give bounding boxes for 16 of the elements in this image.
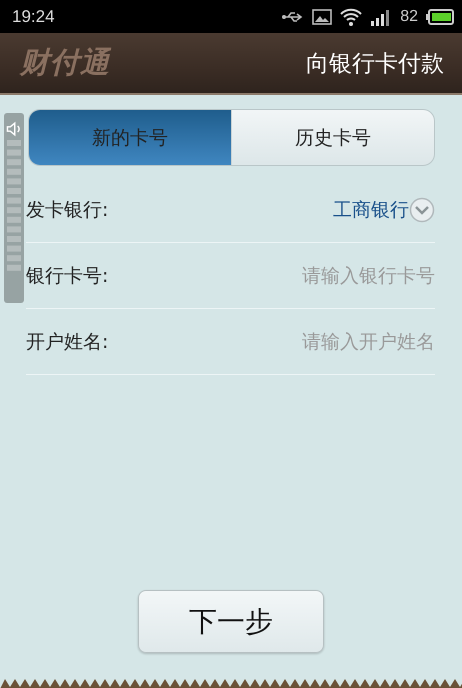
battery-level: 82	[400, 8, 418, 26]
wifi-icon	[340, 8, 362, 26]
field-label: 开户姓名:	[26, 330, 108, 354]
speaker-icon	[6, 121, 22, 137]
page-title: 向银行卡付款	[306, 50, 444, 78]
usb-icon	[282, 10, 304, 22]
field-label: 银行卡号:	[26, 264, 108, 288]
battery-icon	[426, 8, 454, 24]
bank-dropdown[interactable]: 工商银行	[333, 196, 409, 222]
field-label: 发卡银行:	[26, 198, 108, 222]
image-icon	[312, 8, 332, 24]
clock: 19:24	[12, 6, 55, 26]
chevron-down-icon[interactable]	[409, 196, 435, 222]
tab[interactable]: 历史卡号	[231, 110, 434, 165]
app-logo: 财付通	[20, 44, 110, 81]
next-step-button[interactable]: 下一步	[138, 590, 324, 653]
